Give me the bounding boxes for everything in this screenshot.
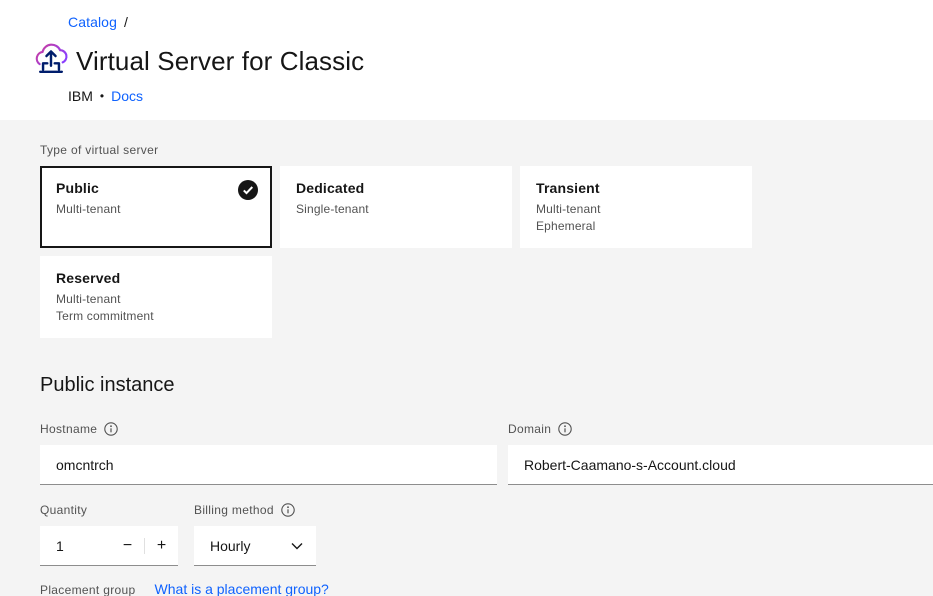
tile-reserved[interactable]: Reserved Multi-tenant Term commitment: [40, 256, 272, 338]
breadcrumb-catalog-link[interactable]: Catalog: [68, 14, 117, 30]
breadcrumb-separator: /: [124, 14, 128, 30]
tile-subtitle: Multi-tenant: [536, 201, 736, 218]
domain-label: Domain: [508, 422, 551, 436]
domain-input[interactable]: [508, 445, 933, 485]
tile-subtitle: Single-tenant: [296, 201, 496, 218]
breadcrumb: Catalog /: [68, 14, 128, 30]
quantity-stepper: − +: [40, 526, 178, 566]
hostname-label: Hostname: [40, 422, 97, 436]
title-row: Virtual Server for Classic: [33, 42, 364, 80]
domain-label-row: Domain: [508, 422, 933, 436]
header-meta: IBM • Docs: [68, 88, 143, 104]
page-title: Virtual Server for Classic: [76, 46, 364, 77]
cloud-upload-icon: [33, 42, 69, 80]
selected-check-icon: [238, 180, 258, 200]
server-type-tiles: Public Multi-tenant Dedicated Single-ten…: [40, 166, 752, 338]
docs-link[interactable]: Docs: [111, 88, 143, 104]
hostname-info-icon[interactable]: [104, 422, 118, 436]
tile-title: Dedicated: [296, 179, 496, 197]
tile-title: Public: [56, 179, 256, 197]
hostname-label-row: Hostname: [40, 422, 497, 436]
quantity-label-row: Quantity: [40, 503, 178, 517]
tile-subtitle: Multi-tenant: [56, 201, 256, 218]
quantity-decrement-button[interactable]: −: [111, 526, 144, 565]
content-area: Type of virtual server Public Multi-tena…: [0, 120, 933, 596]
page-header: Catalog / Virtual Server for Classic IBM …: [0, 0, 933, 120]
tile-public[interactable]: Public Multi-tenant: [40, 166, 272, 248]
placement-group-row: Placement group What is a placement grou…: [40, 581, 933, 596]
tile-title: Reserved: [56, 269, 256, 287]
placement-group-label: Placement group: [40, 583, 136, 596]
tile-dedicated[interactable]: Dedicated Single-tenant: [280, 166, 512, 248]
meta-separator: •: [100, 89, 104, 103]
quantity-field-group: Quantity − +: [40, 503, 178, 566]
hostname-field-group: Hostname: [40, 422, 497, 485]
type-section-label: Type of virtual server: [40, 143, 933, 157]
tile-title: Transient: [536, 179, 736, 197]
quantity-input[interactable]: [40, 526, 111, 565]
tile-subtitle: Multi-tenant: [56, 291, 256, 308]
placement-group-link[interactable]: What is a placement group?: [155, 581, 329, 596]
billing-method-dropdown[interactable]: Hourly: [194, 526, 316, 566]
billing-label-row: Billing method: [194, 503, 316, 517]
domain-info-icon[interactable]: [558, 422, 572, 436]
billing-info-icon[interactable]: [281, 503, 295, 517]
quantity-label: Quantity: [40, 503, 87, 517]
domain-field-group: Domain: [508, 422, 933, 485]
vendor-label: IBM: [68, 88, 93, 104]
quantity-billing-row: Quantity − + Billing method Hourly: [40, 503, 933, 566]
public-instance-heading: Public instance: [40, 372, 933, 398]
billing-field-group: Billing method Hourly: [194, 503, 316, 566]
tile-subtitle: Term commitment: [56, 308, 256, 325]
tile-transient[interactable]: Transient Multi-tenant Ephemeral: [520, 166, 752, 248]
quantity-increment-button[interactable]: +: [145, 526, 178, 565]
billing-method-label: Billing method: [194, 503, 274, 517]
billing-method-value: Hourly: [210, 538, 250, 554]
hostname-domain-row: Hostname Domain: [40, 422, 933, 485]
tile-subtitle: Ephemeral: [536, 218, 736, 235]
chevron-down-icon: [291, 542, 303, 550]
hostname-input[interactable]: [40, 445, 497, 485]
